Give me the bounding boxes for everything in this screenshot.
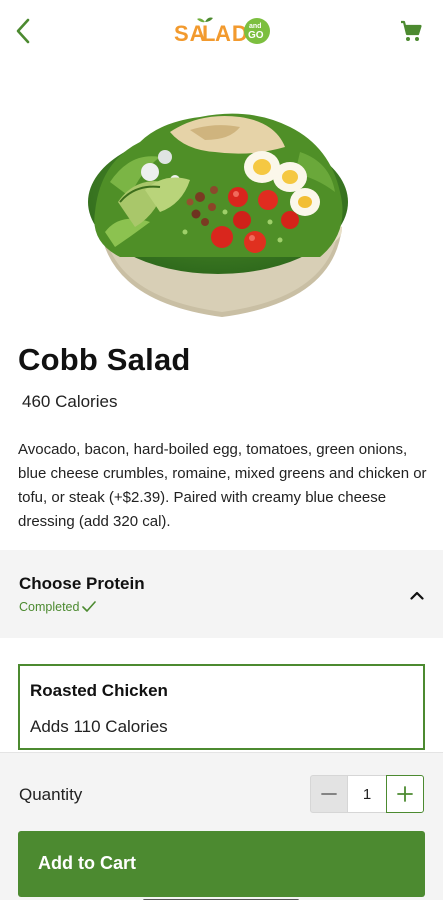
- protein-option-selected[interactable]: Roasted Chicken Adds 110 Calories: [18, 664, 425, 750]
- item-title: Cobb Salad: [18, 342, 191, 377]
- minus-icon: [321, 793, 337, 795]
- brand-logo: SA L AD and GO: [172, 14, 272, 48]
- collapse-toggle[interactable]: [406, 584, 428, 606]
- section-status: Completed: [19, 600, 97, 614]
- chevron-up-icon: [410, 591, 424, 600]
- add-to-cart-button[interactable]: Add to Cart: [18, 831, 425, 897]
- svg-text:and: and: [249, 23, 261, 30]
- decrease-quantity-button[interactable]: [310, 775, 348, 813]
- item-calories: 460 Calories: [22, 392, 118, 411]
- bottom-bar: Quantity 1 Add to Cart: [0, 752, 443, 900]
- plus-icon: [397, 786, 413, 802]
- svg-text:L: L: [202, 21, 215, 46]
- back-button[interactable]: [10, 14, 36, 48]
- add-to-cart-label: Add to Cart: [38, 853, 136, 873]
- increase-quantity-button[interactable]: [386, 775, 424, 813]
- svg-text:AD: AD: [215, 21, 249, 46]
- svg-text:GO: GO: [248, 30, 264, 41]
- checkmark-icon: [82, 601, 97, 612]
- section-title: Choose Protein: [19, 574, 145, 593]
- cart-button[interactable]: [396, 16, 426, 46]
- back-arrow-icon: [16, 18, 30, 44]
- quantity-value: 1: [348, 775, 386, 813]
- quantity-label: Quantity: [19, 785, 83, 804]
- choose-protein-section[interactable]: Choose Protein Completed: [0, 550, 443, 638]
- quantity-stepper: 1: [310, 775, 425, 813]
- option-calories: Adds 110 Calories: [30, 717, 168, 736]
- status-label: Completed: [19, 600, 80, 614]
- item-description: Avocado, bacon, hard-boiled egg, tomatoe…: [18, 441, 427, 530]
- header-bar: SA L AD and GO: [0, 0, 443, 62]
- option-name: Roasted Chicken: [30, 681, 168, 700]
- salad-image: [0, 62, 443, 332]
- cart-icon: [401, 20, 422, 41]
